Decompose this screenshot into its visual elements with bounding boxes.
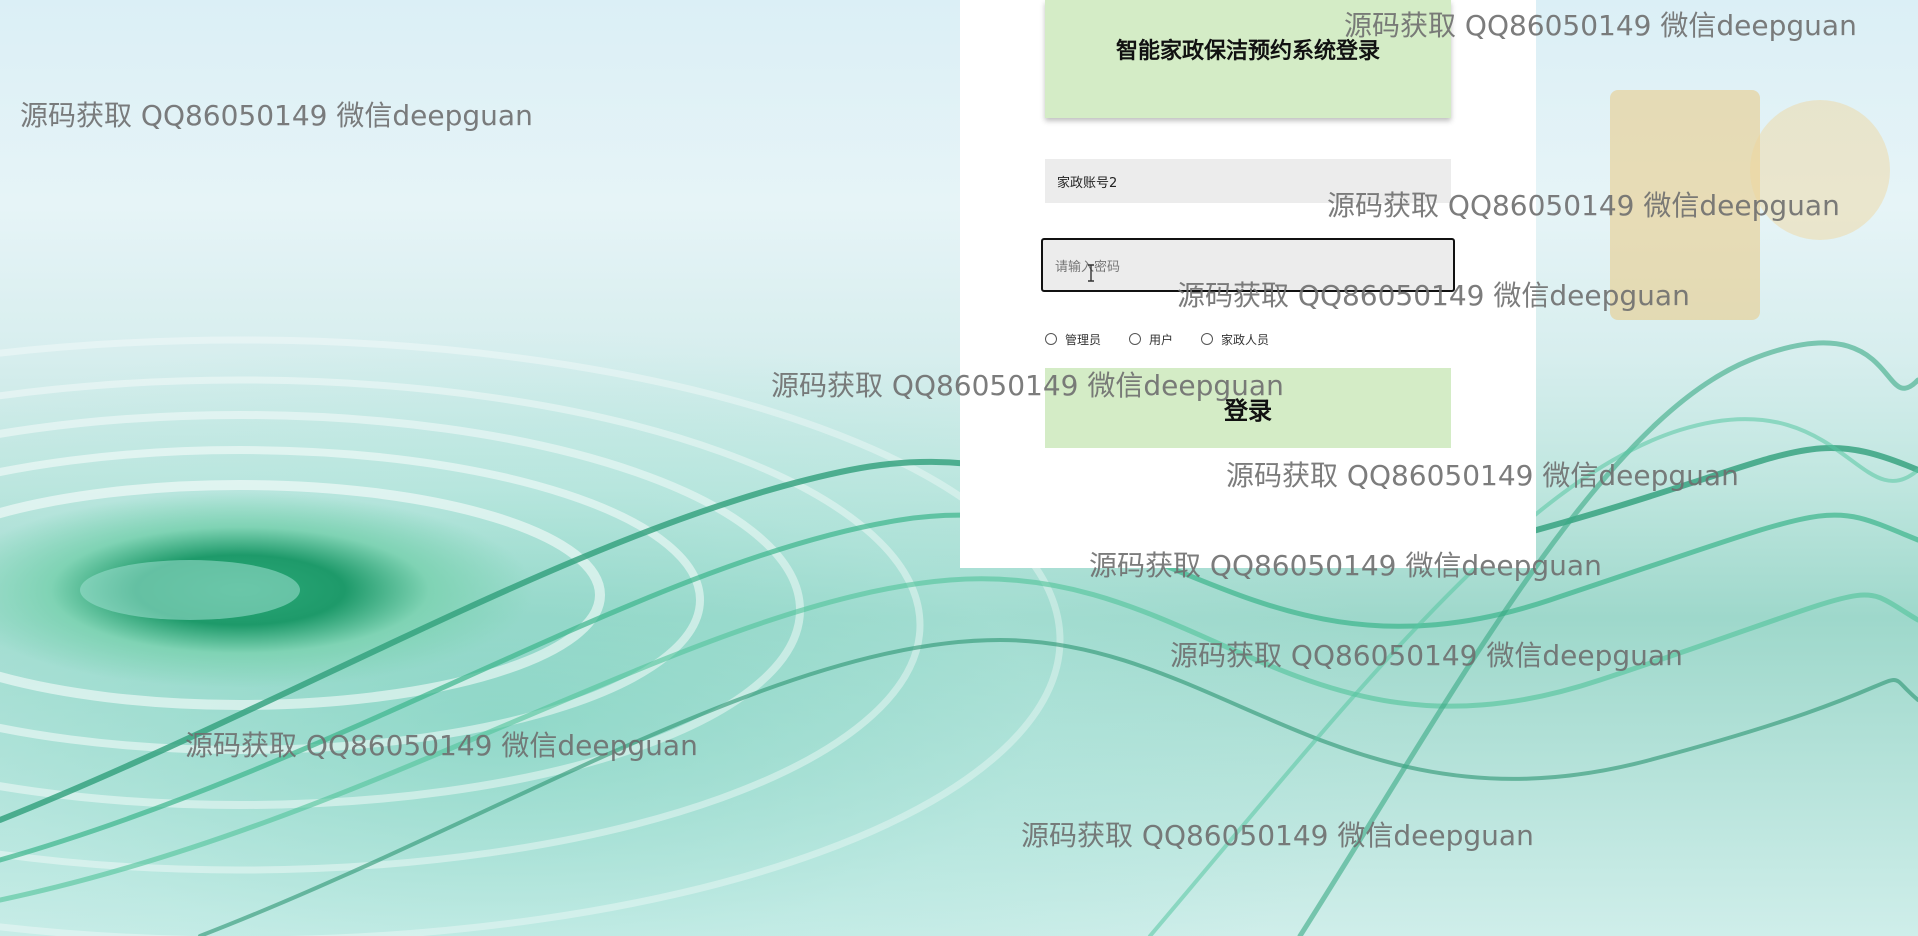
role-radio-group: 管理员 用户 家政人员 (1045, 328, 1297, 350)
role-radio-user[interactable]: 用户 (1129, 331, 1173, 348)
radio-circle-icon[interactable] (1201, 333, 1214, 345)
radio-circle-icon[interactable] (1045, 333, 1057, 345)
password-input[interactable]: 请输入密码 (1041, 238, 1455, 292)
background-image (0, 0, 1918, 936)
role-label-staff: 家政人员 (1221, 332, 1270, 347)
account-input-value: 家政账号2 (1057, 175, 1118, 191)
login-title-box: 智能家政保洁预约系统登录 (1045, 0, 1451, 118)
radio-circle-icon[interactable] (1129, 333, 1142, 345)
role-label-admin: 管理员 (1065, 332, 1102, 347)
role-label-user: 用户 (1149, 332, 1174, 347)
login-panel: 智能家政保洁预约系统登录 家政账号2 请输入密码 管理员 用户 家政人员 登录 (960, 0, 1536, 568)
role-radio-admin[interactable]: 管理员 (1045, 331, 1101, 348)
role-radio-staff[interactable]: 家政人员 (1201, 331, 1269, 348)
login-button[interactable]: 登录 (1045, 368, 1451, 448)
text-cursor-icon (1088, 264, 1094, 282)
login-title: 智能家政保洁预约系统登录 (1115, 39, 1380, 64)
account-input[interactable]: 家政账号2 (1045, 159, 1451, 203)
